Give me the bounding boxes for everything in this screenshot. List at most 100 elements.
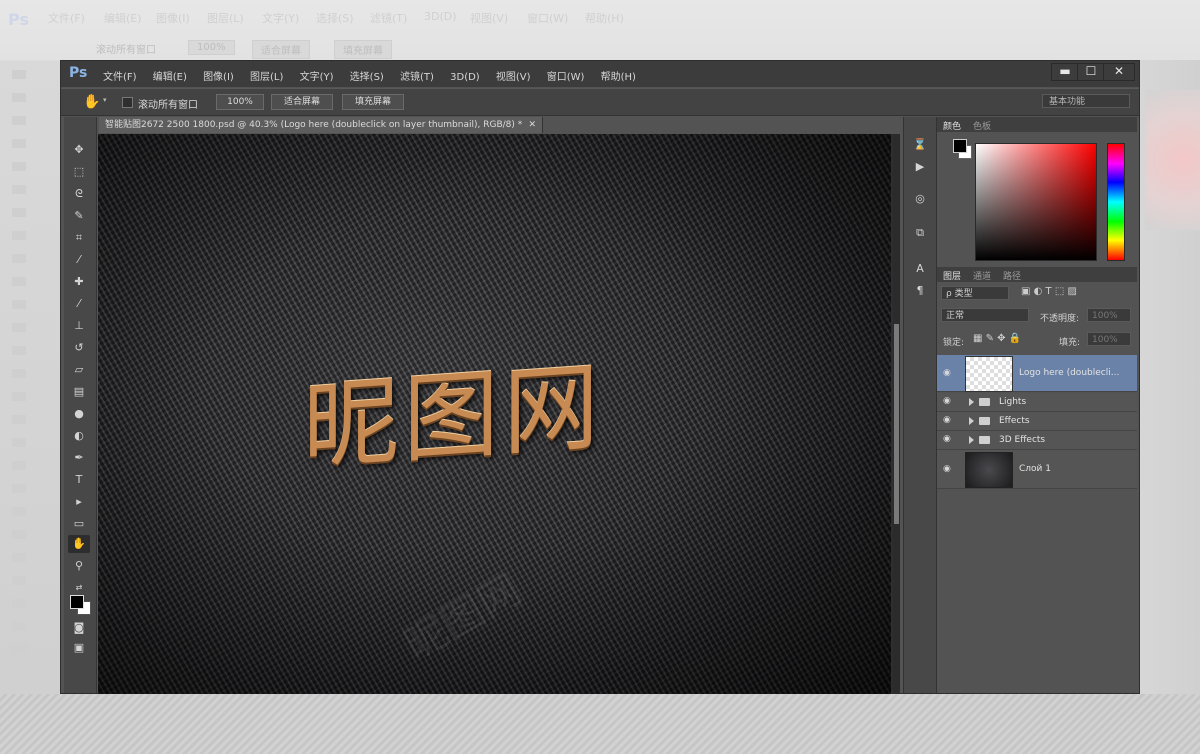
layer-row-lights[interactable]: ◉ Lights [937,393,1137,412]
rectangle-tool-icon[interactable]: ▭ [68,515,90,533]
hand-icon[interactable]: ✋ [83,94,100,110]
scroll-all-checkbox[interactable] [122,97,133,108]
background-tools-ghost [6,70,34,710]
visibility-eye-icon[interactable]: ◉ [943,369,953,378]
layer-row-3d-effects[interactable]: ◉ 3D Effects [937,431,1137,450]
foreground-color-chip[interactable] [953,139,967,153]
collapsed-panels-strip: ⌛ ▶ ◎ ⧉ A ¶ [903,117,937,693]
visibility-eye-icon[interactable]: ◉ [943,416,953,425]
menu-3d[interactable]: 3D(D) [450,72,480,83]
stamp-tool-icon[interactable]: ⊥ [68,317,90,335]
fill-field[interactable]: 100% [1087,332,1131,346]
quick-select-tool-icon[interactable]: ✎ [68,207,90,225]
visibility-eye-icon[interactable]: ◉ [943,435,953,444]
layer-name: Слой 1 [1019,464,1051,474]
history-brush-tool-icon[interactable]: ↺ [68,339,90,357]
menu-select[interactable]: 选择(S) [350,72,384,83]
smart-object-thumbnail[interactable] [965,356,1013,392]
menu-layer[interactable]: 图层(L) [250,72,283,83]
path-select-tool-icon[interactable]: ▸ [68,493,90,511]
clone-source-icon[interactable]: ⧉ [912,225,928,241]
eraser-tool-icon[interactable]: ▱ [68,361,90,379]
pen-tool-icon[interactable]: ✒ [68,449,90,467]
healing-brush-tool-icon[interactable]: ✚ [68,273,90,291]
marquee-tool-icon[interactable]: ⬚ [68,163,90,181]
character-icon[interactable]: A [912,261,928,277]
tab-layers[interactable]: 图层 [943,269,961,282]
canvas[interactable]: 昵图网 昵图网 [98,134,891,694]
tab-swatches[interactable]: 色板 [973,119,991,132]
layer-row-sloy1[interactable]: ◉ Слой 1 [937,450,1137,489]
type-tool-icon[interactable]: T [68,471,90,489]
right-panel: 颜色 色板 图层 通道 路径 ρ 类型 ▣ ◐ T ⬚ ▨ 正常 不透明度: 1… [937,117,1137,693]
move-tool-icon[interactable]: ✥ [68,141,90,159]
layer-row-logo[interactable]: ◉ Logo here (doublecli... [937,355,1137,392]
filter-icons[interactable]: ▣ ◐ T ⬚ ▨ [1021,286,1077,297]
chevron-down-icon[interactable]: ▾ [103,96,107,104]
vertical-scrollbar[interactable] [893,134,900,694]
eyedropper-tool-icon[interactable]: ⁄ [68,251,90,269]
blur-tool-icon[interactable]: ● [68,405,90,423]
bg-menu-item: 文件(F) [48,12,85,25]
lock-icons[interactable]: ▦ ✎ ✥ 🔒 [973,333,1021,344]
visibility-eye-icon[interactable]: ◉ [943,465,953,474]
visibility-eye-icon[interactable]: ◉ [943,397,953,406]
hue-slider[interactable] [1107,143,1125,261]
fill-label: 填充: [1059,338,1081,348]
menu-file[interactable]: 文件(F) [103,72,137,83]
expand-triangle-icon[interactable] [969,417,974,425]
blend-mode-select[interactable]: 正常 [941,308,1029,322]
quick-mask-icon[interactable]: ◙ [68,619,90,637]
layer-kind-filter[interactable]: ρ 类型 [941,286,1009,300]
menu-image[interactable]: 图像(I) [203,72,234,83]
image-layer-thumbnail[interactable] [965,452,1013,488]
menu-window[interactable]: 窗口(W) [547,72,585,83]
expand-triangle-icon[interactable] [969,436,974,444]
background-red-glow [1145,90,1200,230]
fit-screen-button[interactable]: 适合屏幕 [271,94,333,110]
history-icon[interactable]: ⌛ [912,137,928,153]
fill-screen-button[interactable]: 填充屏幕 [342,94,404,110]
tab-channels[interactable]: 通道 [973,269,991,282]
foreground-color-swatch[interactable] [70,595,84,609]
document-tab-title: 智能贴图2672 2500 1800.psd @ 40.3% (Logo her… [105,120,523,130]
folder-icon [979,417,990,425]
layer-row-effects[interactable]: ◉ Effects [937,412,1137,431]
menu-view[interactable]: 视图(V) [496,72,531,83]
bg-menu-item: 编辑(E) [104,12,142,25]
opacity-field[interactable]: 100% [1087,308,1131,322]
expand-triangle-icon[interactable] [969,398,974,406]
menu-filter[interactable]: 滤镜(T) [400,72,434,83]
layer-name: Logo here (doublecli... [1019,368,1120,378]
photoshop-window: Ps 文件(F) 编辑(E) 图像(I) 图层(L) 文字(Y) 选择(S) 滤… [60,60,1140,694]
brush-tool-icon[interactable]: ⁄ [68,295,90,313]
menu-type[interactable]: 文字(Y) [300,72,334,83]
tab-paths[interactable]: 路径 [1003,269,1021,282]
folder-icon [979,436,990,444]
screen-mode-icon[interactable]: ▣ [68,639,90,657]
zoom-tool-icon[interactable]: ⚲ [68,557,90,575]
scrollbar-thumb[interactable] [894,324,899,524]
bg-opt-label: 滚动所有窗口 [96,45,156,56]
hand-tool-icon[interactable]: ✋ [68,535,90,553]
gradient-tool-icon[interactable]: ▤ [68,383,90,401]
menu-help[interactable]: 帮助(H) [601,72,636,83]
workspace-select[interactable]: 基本功能 [1042,94,1130,108]
minimize-button[interactable]: ▬ [1051,63,1079,81]
color-field[interactable] [975,143,1097,261]
play-icon[interactable]: ▶ [912,159,928,175]
menu-bar: Ps 文件(F) 编辑(E) 图像(I) 图层(L) 文字(Y) 选择(S) 滤… [61,61,1139,87]
lasso-tool-icon[interactable]: ᘓ [68,185,90,203]
adjustments-icon[interactable]: ◎ [912,191,928,207]
document-tab[interactable]: 智能贴图2672 2500 1800.psd @ 40.3% (Logo her… [99,117,543,133]
close-button[interactable]: ✕ [1103,63,1135,81]
tab-color[interactable]: 颜色 [943,119,961,132]
zoom-100-button[interactable]: 100% [216,94,264,110]
background-menu-ghost: Ps 文件(F) 编辑(E) 图像(I) 图层(L) 文字(Y) 选择(S) 滤… [0,0,1200,32]
dodge-tool-icon[interactable]: ◐ [68,427,90,445]
menu-edit[interactable]: 编辑(E) [153,72,187,83]
maximize-button[interactable]: ☐ [1077,63,1105,81]
paragraph-icon[interactable]: ¶ [912,283,928,299]
close-icon[interactable]: ✕ [528,117,536,133]
crop-tool-icon[interactable]: ⌗ [68,229,90,247]
